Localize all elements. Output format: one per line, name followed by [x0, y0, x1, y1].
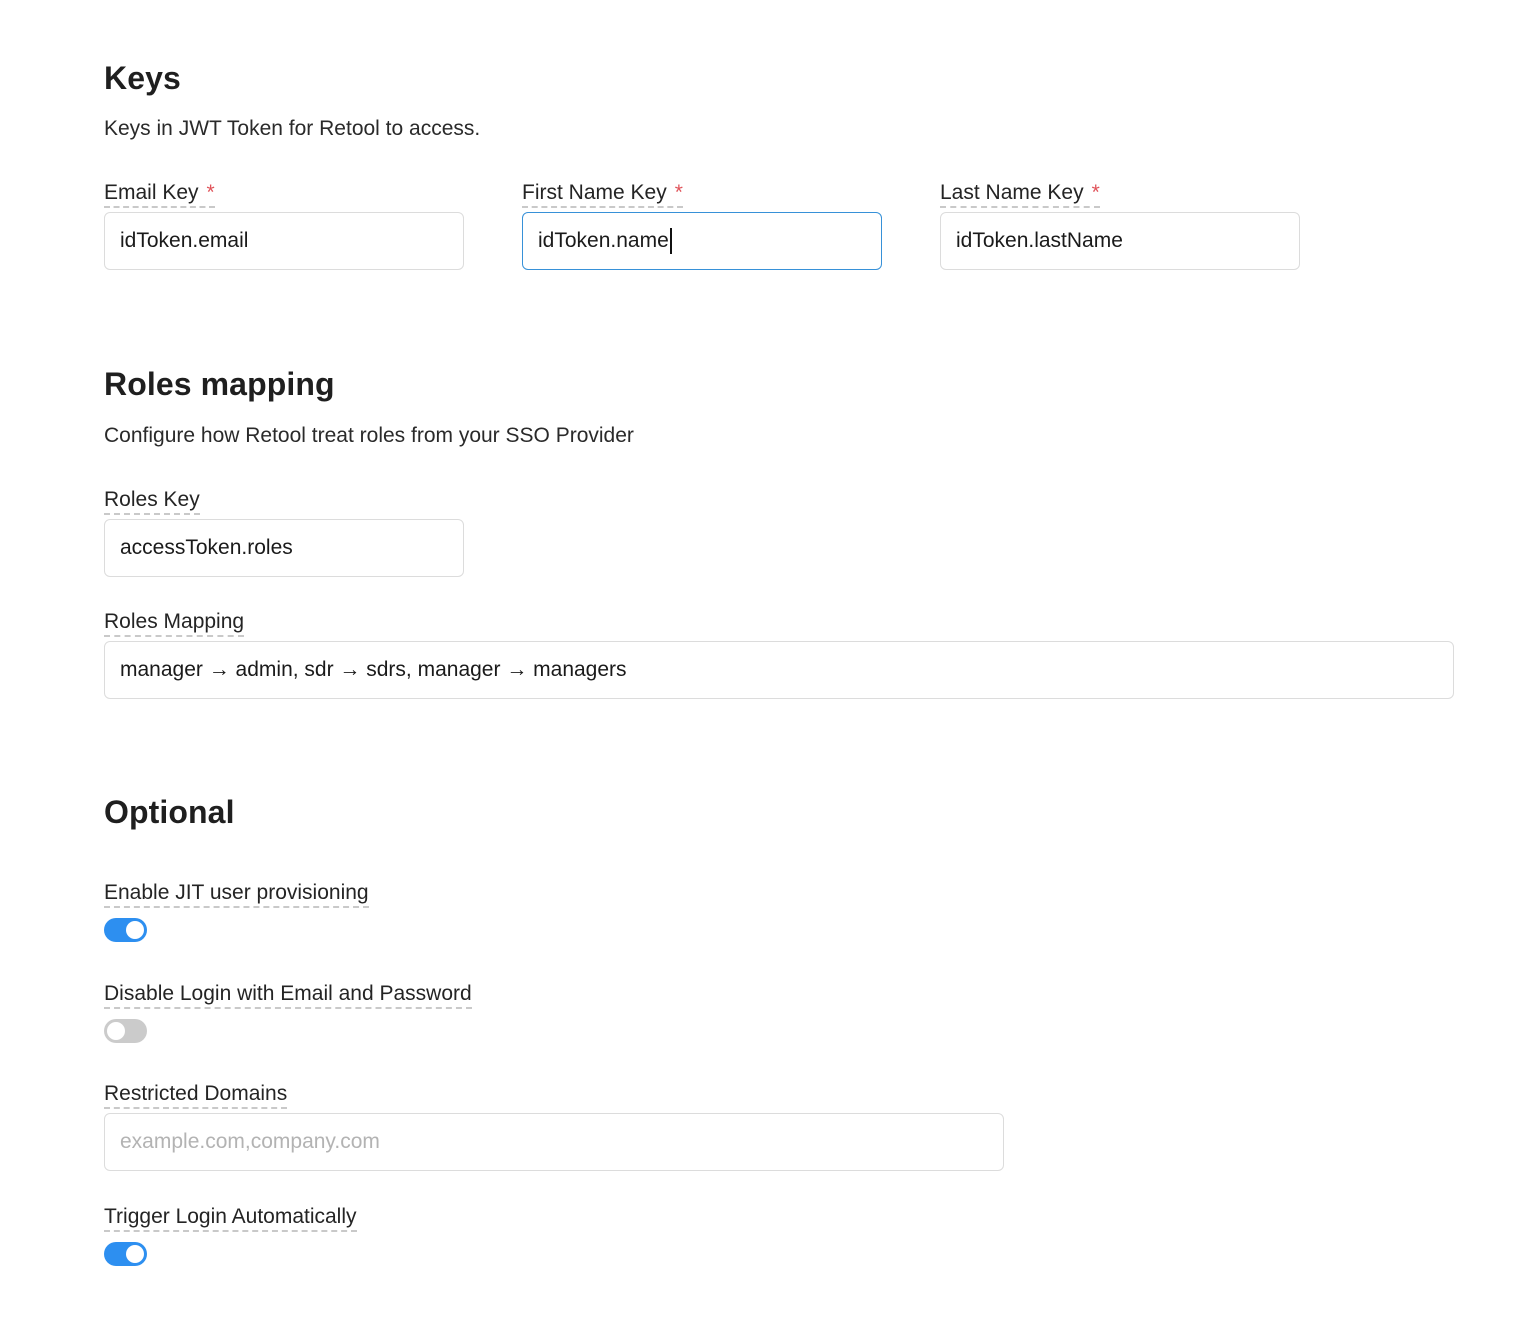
first-name-key-label: First Name Key * [522, 181, 683, 208]
last-name-key-value: idToken.lastName [956, 229, 1123, 252]
restricted-domains-placeholder: example.com,company.com [120, 1130, 380, 1153]
roles-mapping-input[interactable]: manager → admin, sdr → sdrs, manager → m… [104, 641, 1454, 699]
trigger-login-label: Trigger Login Automatically [104, 1205, 357, 1232]
last-name-key-input[interactable]: idToken.lastName [940, 212, 1300, 270]
first-name-key-label-text: First Name Key [522, 181, 667, 204]
jit-provisioning-toggle[interactable] [104, 918, 147, 942]
optional-section-title: Optional [104, 794, 235, 830]
last-name-key-label-text: Last Name Key [940, 181, 1084, 204]
first-name-key-input[interactable]: idToken.name [522, 212, 882, 270]
roles-mapping-label: Roles Mapping [104, 610, 245, 637]
toggle-knob [126, 1245, 144, 1263]
email-key-label-text: Email Key [104, 181, 199, 204]
keys-section-title: Keys [104, 60, 181, 96]
restricted-domains-label: Restricted Domains [104, 1082, 288, 1109]
required-asterisk: * [674, 181, 683, 204]
roles-section-title: Roles mapping [104, 366, 335, 402]
roles-section-description: Configure how Retool treat roles from yo… [104, 424, 634, 447]
email-key-input[interactable]: idToken.email [104, 212, 464, 270]
roles-mapping-value: manager → admin, sdr → sdrs, manager → m… [120, 658, 627, 681]
roles-key-label: Roles Key [104, 488, 200, 515]
jit-provisioning-label: Enable JIT user provisioning [104, 881, 369, 908]
toggle-knob [107, 1022, 125, 1040]
roles-key-value: accessToken.roles [120, 536, 293, 559]
disable-login-label: Disable Login with Email and Password [104, 982, 472, 1009]
text-caret [669, 228, 672, 254]
roles-key-input[interactable]: accessToken.roles [104, 519, 464, 577]
required-asterisk: * [206, 181, 215, 204]
last-name-key-label: Last Name Key * [940, 181, 1100, 208]
restricted-domains-input[interactable]: example.com,company.com [104, 1113, 1004, 1171]
disable-login-toggle[interactable] [104, 1019, 147, 1043]
email-key-value: idToken.email [120, 229, 249, 252]
email-key-label: Email Key * [104, 181, 215, 208]
keys-section-description: Keys in JWT Token for Retool to access. [104, 117, 481, 140]
toggle-knob [126, 921, 144, 939]
required-asterisk: * [1091, 181, 1100, 204]
trigger-login-toggle[interactable] [104, 1242, 147, 1266]
first-name-key-value: idToken.name [538, 229, 669, 252]
